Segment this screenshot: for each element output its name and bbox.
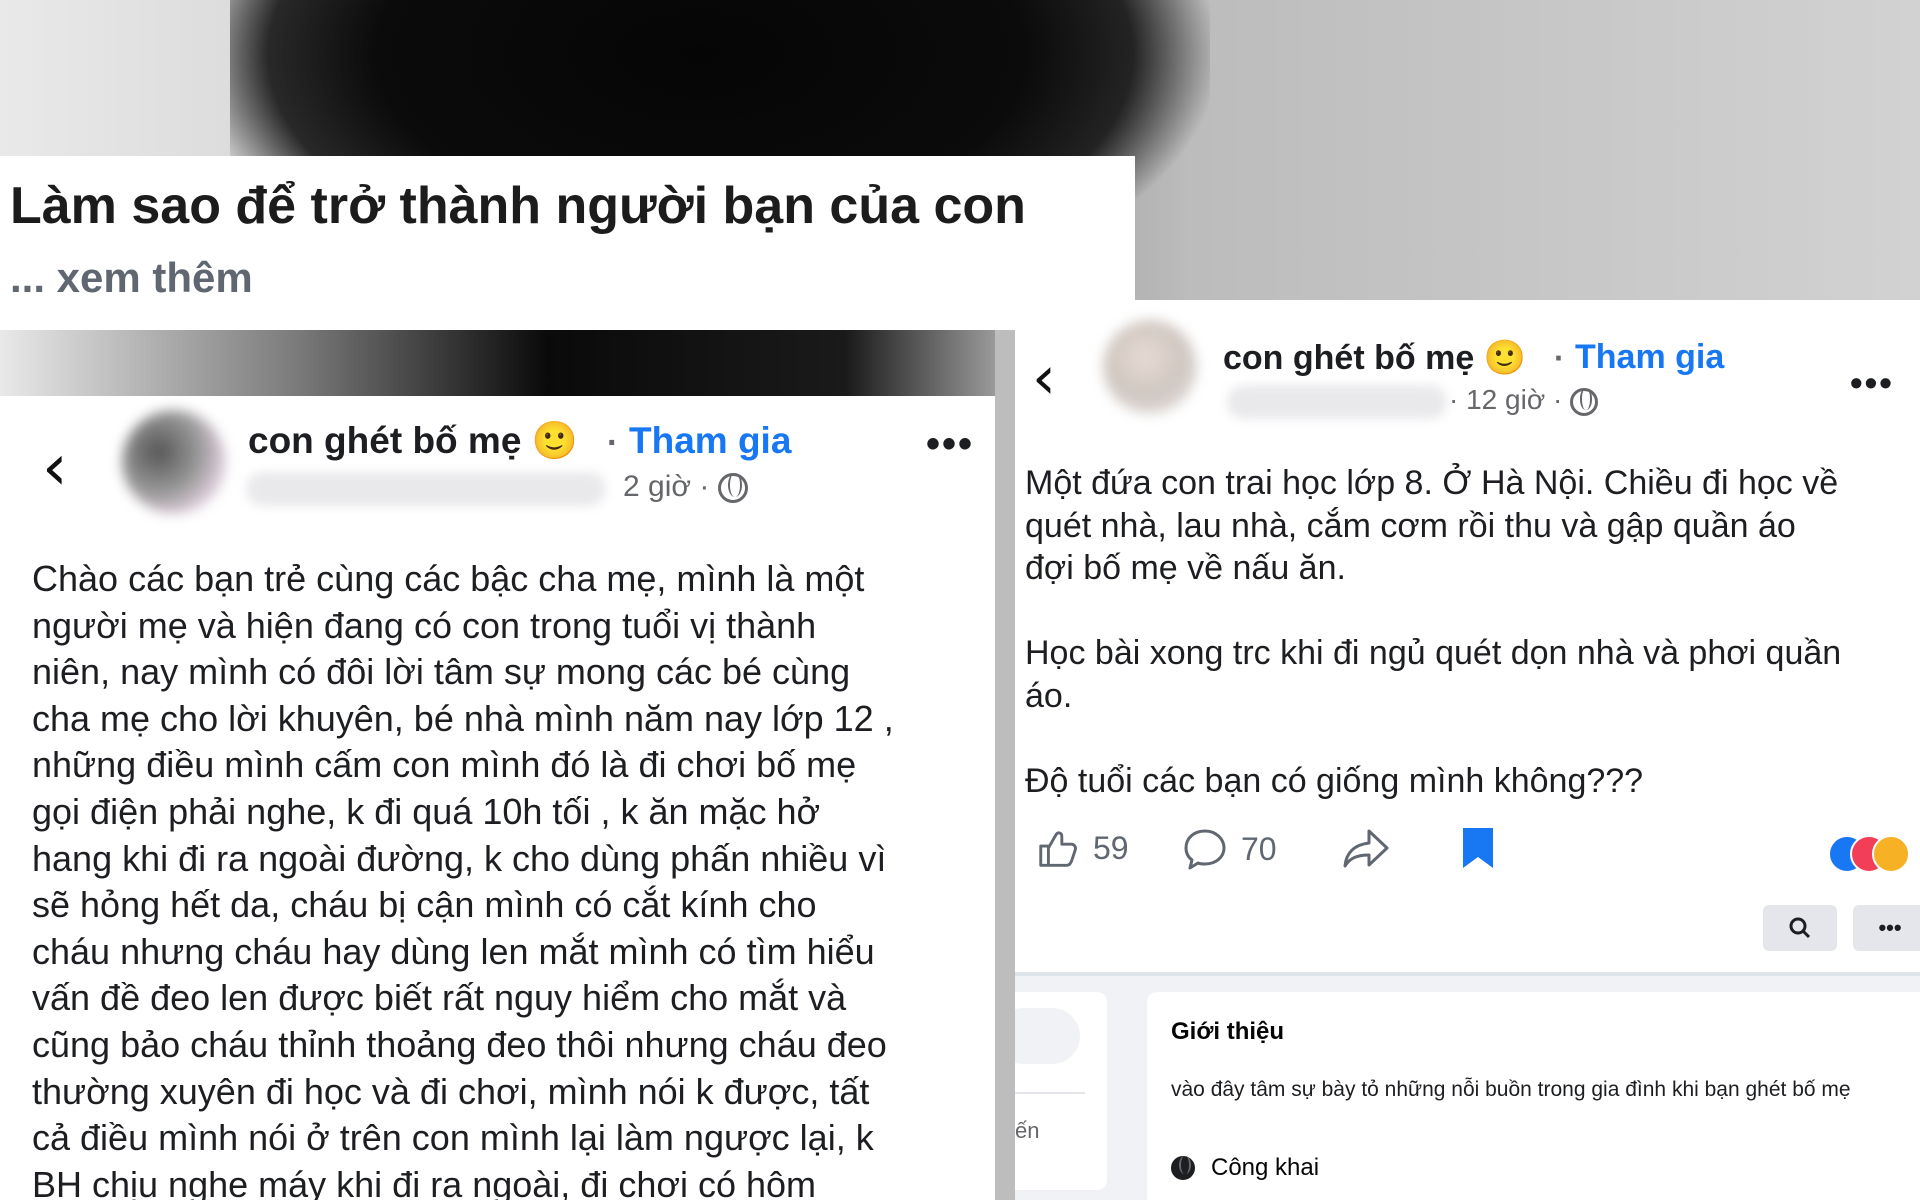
share-button[interactable] — [1341, 825, 1391, 871]
globe-icon — [717, 473, 748, 504]
article-title: Làm sao để trở thành người bạn của con — [10, 177, 1026, 235]
post-time: · 12 giờ · — [1449, 384, 1599, 416]
group-name[interactable]: con ghét bố mẹ 🙂 — [248, 420, 578, 463]
left-post: ‹ con ghét bố mẹ 🙂 · Tham gia 2 giờ · ••… — [0, 396, 995, 1200]
group-avatar[interactable] — [1103, 320, 1197, 414]
bookmark-icon — [1463, 828, 1493, 868]
photo-strip — [0, 330, 995, 396]
about-title: Giới thiệu — [1171, 1018, 1285, 1045]
side-card: ến — [1015, 992, 1107, 1190]
author-name-blurred — [1227, 385, 1447, 419]
like-button[interactable]: 59 — [1035, 825, 1129, 871]
comment-button[interactable]: 70 — [1181, 825, 1277, 873]
post-time-text: · 12 giờ · — [1449, 384, 1563, 415]
group-name[interactable]: con ghét bố mẹ 🙂 — [1223, 338, 1526, 378]
group-page-section: ến Giới thiệu vào đây tâm sự bày tỏ nhữn… — [1015, 972, 1920, 1200]
comment-icon — [1184, 829, 1226, 870]
divider — [1015, 972, 1920, 976]
join-link[interactable]: Tham gia — [629, 420, 791, 462]
share-icon — [1343, 829, 1389, 868]
back-icon[interactable]: ‹ — [1032, 348, 1056, 408]
comment-count: 70 — [1241, 830, 1277, 867]
search-button[interactable] — [1763, 905, 1837, 951]
care-reaction-icon — [1872, 835, 1910, 873]
post-time-text: 2 giờ · — [623, 470, 710, 503]
join-link[interactable]: Tham gia — [1575, 338, 1724, 377]
privacy-label: Công khai — [1211, 1154, 1320, 1181]
privacy-row: Công khai — [1171, 1154, 1319, 1182]
more-icon[interactable]: ••• — [926, 422, 974, 467]
author-name-blurred — [246, 472, 606, 506]
separator-dot: · — [607, 424, 619, 462]
post-actions: 59 70 — [1023, 825, 1918, 885]
back-icon[interactable]: ‹ — [42, 436, 68, 500]
more-icon[interactable]: ••• — [1850, 362, 1894, 404]
search-icon — [1789, 917, 1811, 939]
side-card-text: ến — [1015, 1118, 1040, 1143]
group-avatar[interactable] — [122, 410, 226, 514]
post-body: Một đứa con trai học lớp 8. Ở Hà Nội. Ch… — [1025, 464, 1842, 801]
divider — [1015, 1092, 1085, 1094]
separator-dot: · — [1554, 340, 1565, 376]
save-button[interactable] — [1460, 825, 1496, 871]
more-icon: ••• — [1878, 915, 1902, 940]
like-icon — [1039, 831, 1077, 867]
about-card: Giới thiệu vào đây tâm sự bày tỏ những n… — [1147, 992, 1920, 1200]
reaction-icons[interactable] — [1828, 835, 1912, 875]
post-time: 2 giờ · — [623, 470, 748, 504]
more-options-button[interactable]: ••• — [1853, 905, 1920, 951]
article-title-card: Làm sao để trở thành người bạn của con .… — [0, 156, 1135, 330]
globe-icon — [1171, 1156, 1195, 1180]
side-pill[interactable] — [1015, 1008, 1080, 1064]
about-description: vào đây tâm sự bày tỏ những nỗi buồn tro… — [1171, 1078, 1851, 1101]
right-post: ‹ con ghét bố mẹ 🙂 · Tham gia · 12 giờ ·… — [1015, 300, 1920, 1200]
post-body: Chào các bạn trẻ cùng các bậc cha mẹ, mì… — [32, 558, 894, 1200]
see-more-link[interactable]: ... xem thêm — [10, 254, 253, 302]
like-count: 59 — [1093, 829, 1129, 866]
globe-icon — [1570, 387, 1599, 416]
